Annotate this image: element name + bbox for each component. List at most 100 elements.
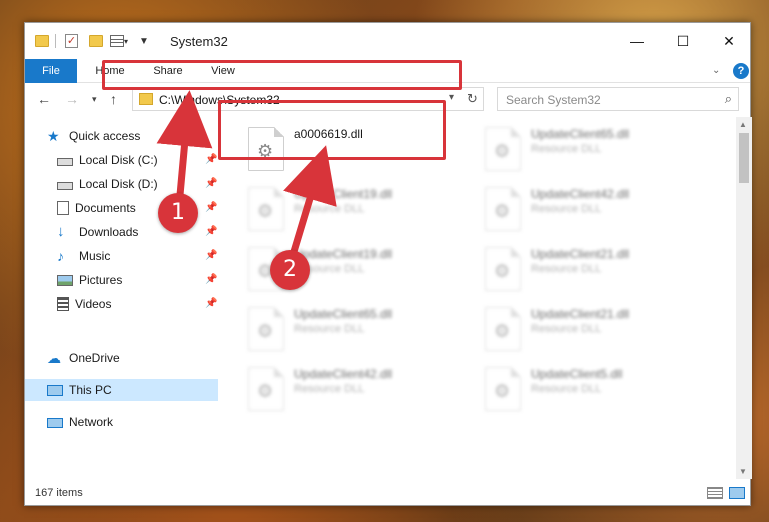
- sidebar-item-network[interactable]: Network: [47, 411, 113, 433]
- gear-icon: ⚙: [494, 141, 511, 161]
- sidebar-item-downloads[interactable]: ↓ Downloads: [57, 221, 138, 243]
- pin-icon[interactable]: 📌: [205, 250, 217, 261]
- sidebar-item-label: Downloads: [79, 225, 139, 239]
- network-icon: [47, 418, 63, 428]
- music-icon: ♪: [57, 248, 64, 264]
- file-item[interactable]: ⚙ UpdateClient21.dll Resource DLL: [485, 305, 713, 357]
- gear-icon: ⚙: [494, 261, 511, 281]
- title-bar: ✓ ▾ ▼ System32 — ☐ ✕: [25, 23, 750, 59]
- file-item[interactable]: ⚙ UpdateClient5.dll Resource DLL: [485, 365, 713, 417]
- file-type: Resource DLL: [531, 143, 602, 155]
- file-item[interactable]: ⚙ UpdateClient65.dll Resource DLL: [248, 305, 476, 357]
- callout-step-1: 1: [158, 193, 198, 233]
- recent-locations-chevron-icon[interactable]: ▾: [92, 94, 97, 105]
- file-item[interactable]: ⚙ UpdateClient65.dll Resource DLL: [485, 125, 713, 177]
- folder-icon: [139, 93, 153, 105]
- dll-file-icon: ⚙: [485, 307, 521, 351]
- properties-checkmark-icon[interactable]: ✓: [65, 32, 78, 50]
- sidebar-item-label: Videos: [75, 297, 112, 311]
- window-title: System32: [170, 34, 228, 49]
- back-arrow-icon[interactable]: ←: [37, 91, 51, 107]
- sidebar-item-label: Pictures: [79, 273, 123, 287]
- details-view-icon[interactable]: [707, 487, 723, 499]
- sidebar-item-documents[interactable]: Documents: [57, 197, 136, 219]
- pin-icon[interactable]: 📌: [205, 178, 217, 189]
- drive-icon: [57, 181, 73, 190]
- search-input[interactable]: Search System32 ⌕: [497, 87, 739, 111]
- sidebar-item-label: OneDrive: [69, 351, 120, 365]
- properties-icon[interactable]: ▾: [110, 32, 128, 50]
- gear-icon: ⚙: [494, 321, 511, 341]
- search-placeholder: Search System32: [506, 93, 601, 107]
- dll-file-icon: ⚙: [485, 367, 521, 411]
- file-highlight: [218, 100, 446, 160]
- documents-icon: [57, 201, 69, 215]
- file-item[interactable]: ⚙ UpdateClient42.dll Resource DLL: [485, 185, 713, 237]
- maximize-button[interactable]: ☐: [660, 23, 706, 59]
- file-name: UpdateClient42.dll: [294, 367, 393, 381]
- scroll-down-icon[interactable]: ▼: [739, 467, 747, 476]
- separator: [55, 32, 56, 50]
- file-item[interactable]: ⚙ UpdateClient42.dll Resource DLL: [248, 365, 476, 417]
- sidebar-item-pictures[interactable]: Pictures: [57, 269, 122, 291]
- gear-icon: ⚙: [257, 201, 274, 221]
- file-type: Resource DLL: [531, 383, 602, 395]
- file-name: UpdateClient5.dll: [531, 367, 623, 381]
- gear-icon: ⚙: [257, 381, 274, 401]
- gear-icon: ⚙: [257, 321, 274, 341]
- videos-icon: [57, 297, 69, 311]
- pin-icon[interactable]: 📌: [205, 274, 217, 285]
- sidebar-item-quick-access[interactable]: ★ Quick access: [47, 125, 140, 147]
- sidebar-item-local-disk-c[interactable]: Local Disk (C:): [57, 149, 158, 171]
- file-item[interactable]: ⚙ UpdateClient19.dll Resource DLL: [248, 185, 476, 237]
- sidebar-item-this-pc[interactable]: This PC: [25, 379, 218, 401]
- dll-file-icon: ⚙: [485, 127, 521, 171]
- vertical-scrollbar[interactable]: ▲ ▼: [736, 117, 752, 479]
- refresh-icon[interactable]: ↻: [462, 87, 484, 111]
- sidebar-item-label: Quick access: [69, 129, 141, 143]
- close-button[interactable]: ✕: [706, 23, 752, 59]
- new-folder-icon[interactable]: [89, 32, 103, 50]
- customize-toolbar-dropdown-icon[interactable]: ▼: [139, 32, 149, 50]
- sidebar-item-local-disk-d[interactable]: Local Disk (D:): [57, 173, 158, 195]
- file-name: UpdateClient65.dll: [294, 307, 393, 321]
- pin-icon[interactable]: 📌: [205, 154, 217, 165]
- file-list: ⚙ a0006619.dll ⚙ UpdateClient65.dll Reso…: [218, 117, 738, 479]
- forward-arrow-icon[interactable]: →: [65, 91, 79, 107]
- sidebar-item-videos[interactable]: Videos: [57, 293, 111, 315]
- sidebar-item-label: Network: [69, 415, 114, 429]
- large-icons-view-icon[interactable]: [729, 487, 745, 499]
- pin-icon[interactable]: 📌: [205, 202, 217, 213]
- file-type: Resource DLL: [294, 203, 365, 215]
- gear-icon: ⚙: [494, 201, 511, 221]
- up-arrow-icon[interactable]: ↑: [110, 91, 117, 107]
- pin-icon[interactable]: 📌: [205, 226, 217, 237]
- address-dropdown-icon[interactable]: ▾: [449, 92, 454, 103]
- file-type: Resource DLL: [294, 383, 365, 395]
- dll-file-icon: ⚙: [248, 307, 284, 351]
- pin-icon[interactable]: 📌: [205, 298, 217, 309]
- address-bar-highlight: [102, 60, 462, 90]
- dll-file-icon: ⚙: [485, 247, 521, 291]
- file-type: Resource DLL: [294, 323, 365, 335]
- expand-ribbon-chevron-icon[interactable]: ⌄: [712, 65, 720, 76]
- file-type: Resource DLL: [531, 323, 602, 335]
- callout-step-2: 2: [270, 250, 310, 290]
- search-icon[interactable]: ⌕: [725, 91, 732, 107]
- sidebar-item-label: Documents: [75, 201, 136, 215]
- scroll-up-icon[interactable]: ▲: [739, 120, 747, 129]
- sidebar-item-label: This PC: [69, 383, 112, 397]
- sidebar-item-onedrive[interactable]: ☁ OneDrive: [47, 347, 120, 369]
- file-name: UpdateClient21.dll: [531, 307, 630, 321]
- computer-icon: [47, 385, 63, 396]
- sidebar-item-music[interactable]: ♪ Music: [57, 245, 110, 267]
- dll-file-icon: ⚙: [485, 187, 521, 231]
- scrollbar-thumb[interactable]: [739, 133, 749, 183]
- tab-file[interactable]: File: [25, 59, 77, 83]
- minimize-button[interactable]: —: [614, 23, 660, 59]
- help-icon[interactable]: ?: [733, 63, 749, 79]
- file-item[interactable]: ⚙ UpdateClient21.dll Resource DLL: [485, 245, 713, 297]
- status-bar: 167 items: [25, 481, 750, 505]
- drive-icon: [57, 157, 73, 166]
- sidebar-item-label: Music: [79, 249, 111, 263]
